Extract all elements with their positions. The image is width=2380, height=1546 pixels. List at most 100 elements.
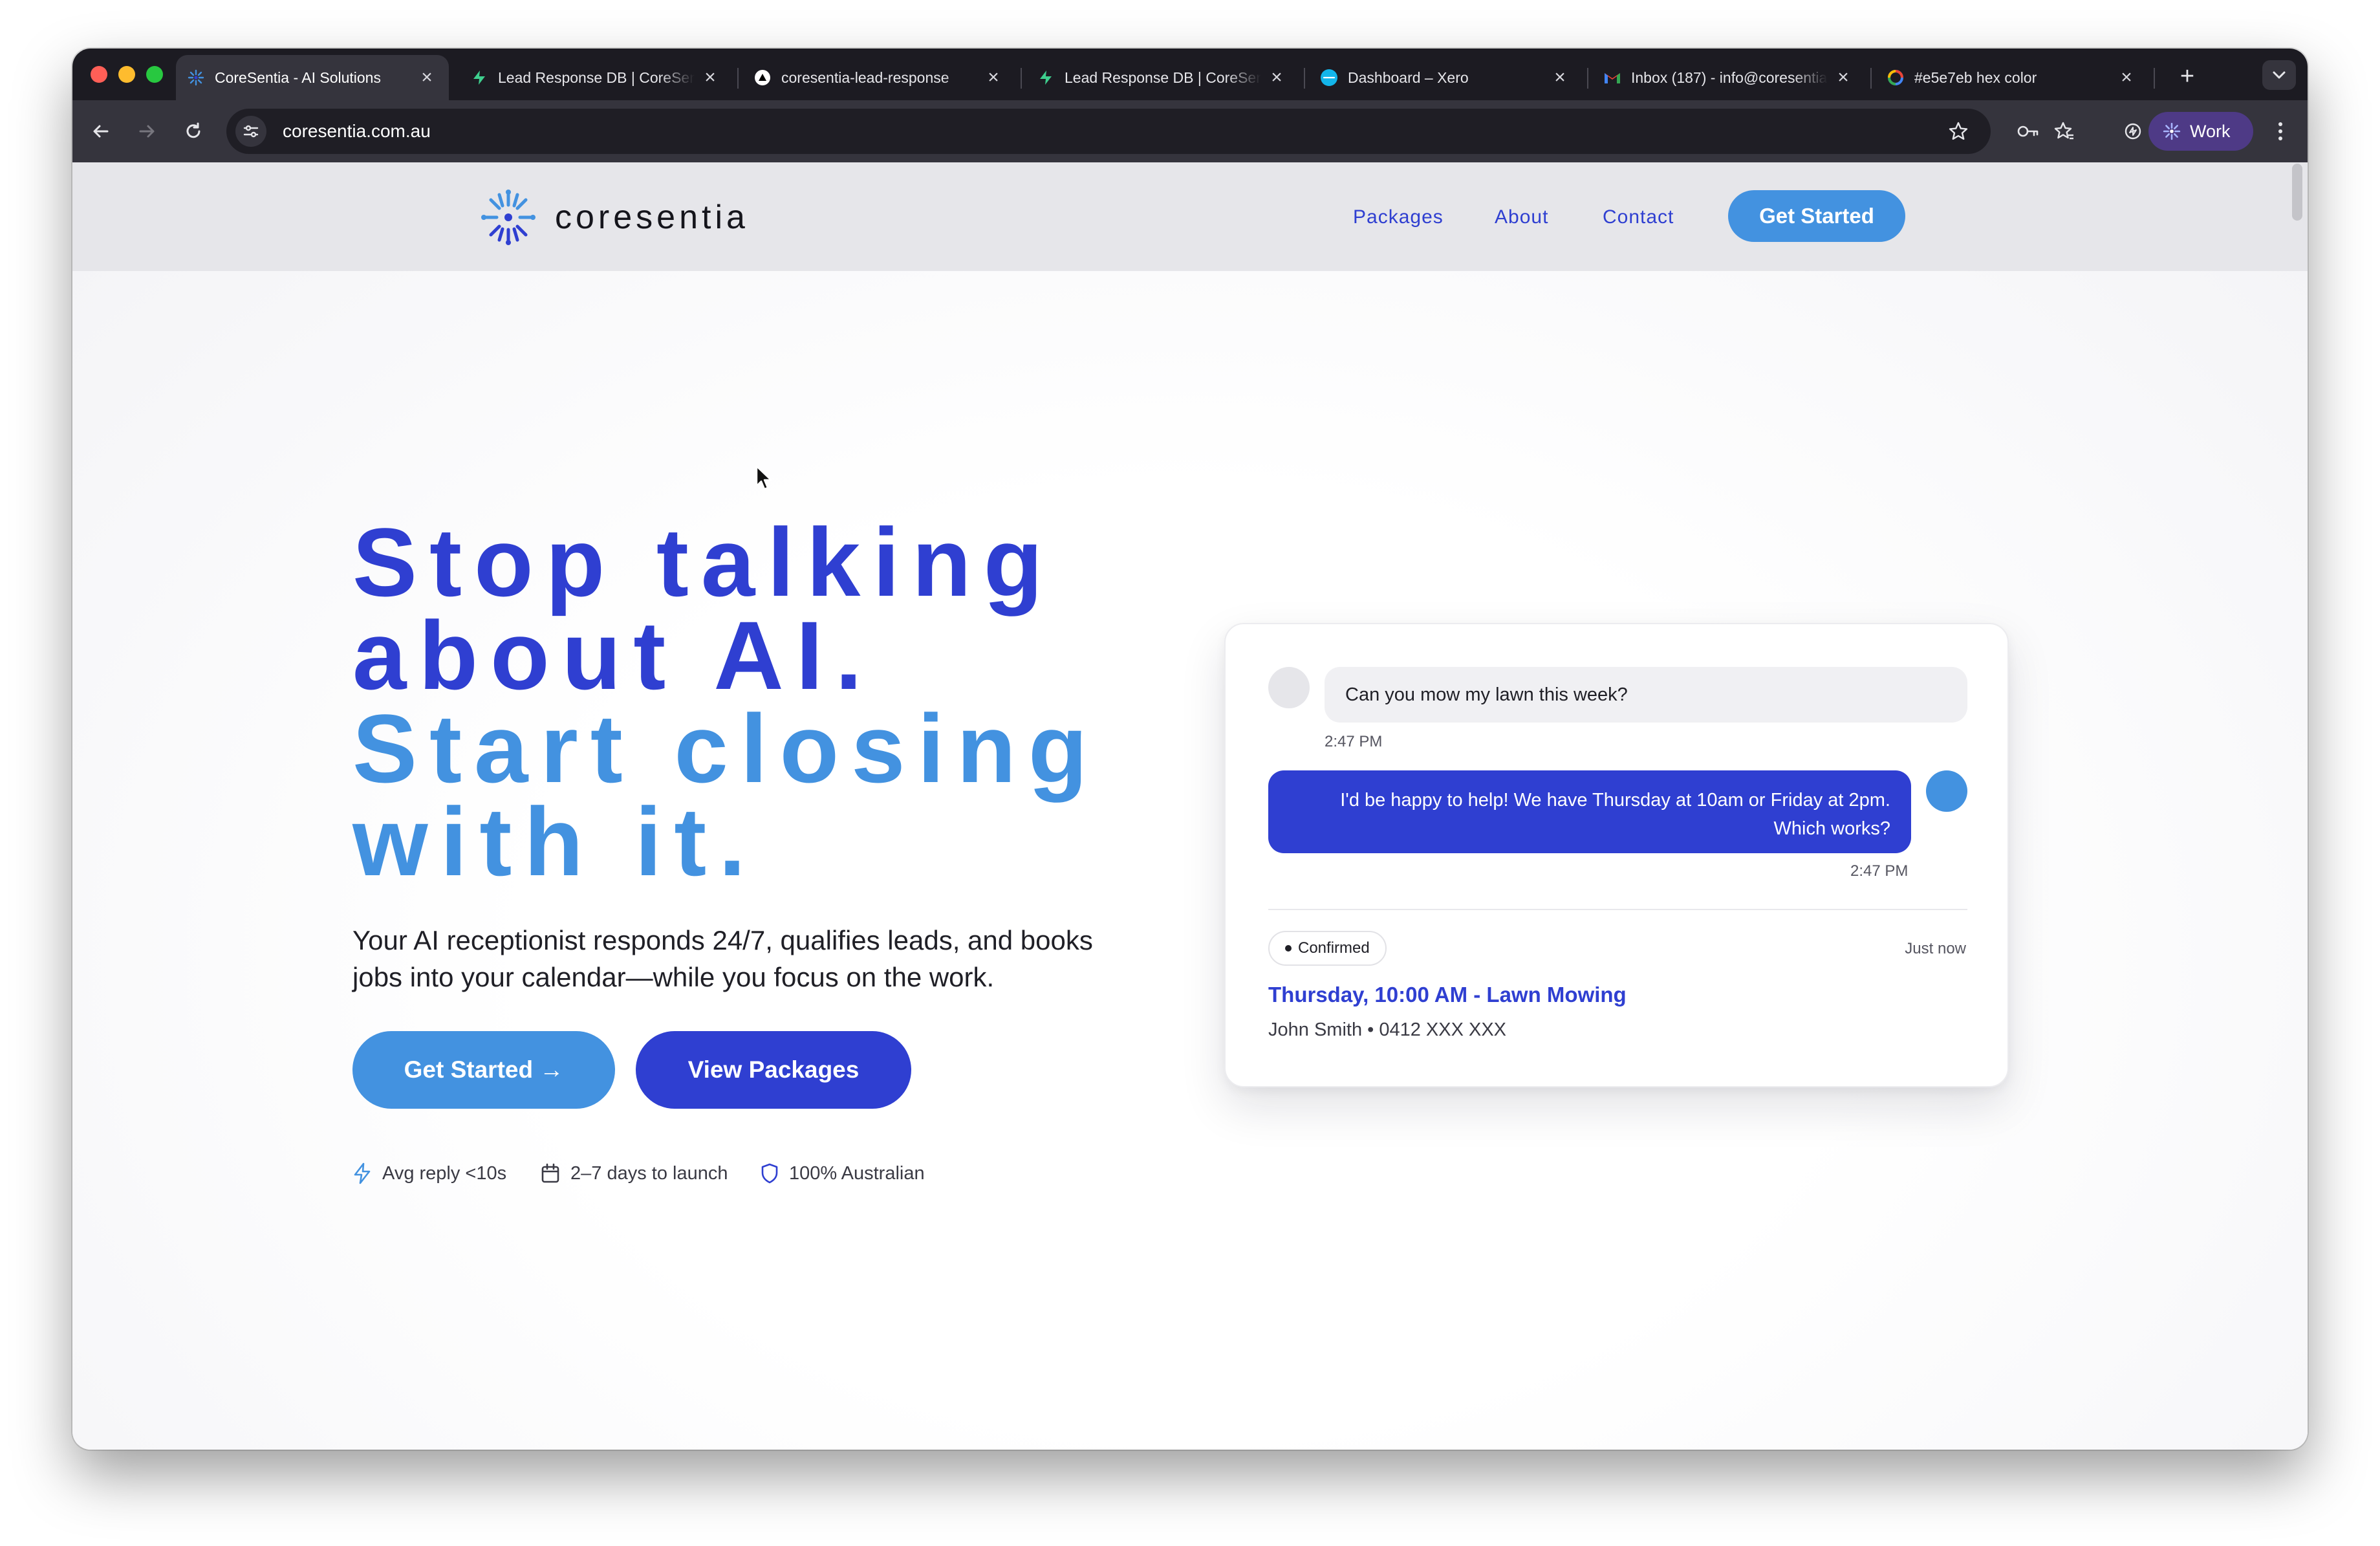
feature-label: 2–7 days to launch: [570, 1162, 728, 1184]
incoming-timestamp: 2:47 PM: [1325, 733, 1383, 750]
calendar-icon: [541, 1163, 560, 1184]
arrow-left-icon: [93, 125, 109, 138]
tab-close-icon[interactable]: ×: [419, 68, 435, 87]
reload-button[interactable]: [178, 116, 209, 147]
zoom-window-button[interactable]: [146, 66, 163, 83]
tune-icon: [243, 125, 259, 138]
browser-toolbar: coresentia.com.au Work: [72, 100, 2308, 162]
tab-close-icon[interactable]: ×: [1552, 68, 1568, 87]
coresentia-favicon-icon: [188, 69, 204, 86]
tab-strip: CoreSentia - AI Solutions × Lead Respons…: [72, 49, 2308, 100]
bookmarks-manager-button[interactable]: [2049, 116, 2080, 147]
url-text[interactable]: coresentia.com.au: [283, 109, 431, 154]
tab-title: Lead Response DB | CoreSentia: [498, 69, 695, 86]
tab-close-icon[interactable]: ×: [986, 68, 1001, 87]
tab-title: coresentia-lead-response: [781, 69, 949, 86]
tab-close-icon[interactable]: ×: [1835, 68, 1851, 87]
vercel-favicon-icon: [754, 69, 771, 86]
forward-button[interactable]: [131, 116, 162, 147]
site-logo[interactable]: coresentia: [481, 188, 749, 246]
minimize-window-button[interactable]: [118, 66, 135, 83]
headline-line-4: with it.: [352, 787, 758, 896]
password-manager-button[interactable]: [2013, 116, 2044, 147]
status-label: Confirmed: [1298, 939, 1370, 957]
tab-close-icon[interactable]: ×: [702, 68, 718, 87]
tab-close-icon[interactable]: ×: [1269, 68, 1284, 87]
google-favicon-icon: [1887, 69, 1904, 86]
nav-contact-link[interactable]: Contact: [1603, 206, 1674, 228]
tab-title: #e5e7eb hex color: [1914, 69, 2037, 86]
page-viewport: coresentia Packages About Contact Get St…: [72, 162, 2308, 1450]
site-header: coresentia Packages About Contact Get St…: [72, 162, 2308, 271]
profile-button[interactable]: Work: [2148, 112, 2253, 151]
feature-reply-time: Avg reply <10s: [352, 1160, 506, 1186]
chat-demo-card: Can you mow my lawn this week? 2:47 PM I…: [1224, 623, 2009, 1087]
tab-lead-response-db[interactable]: Lead Response DB | CoreSentia ×: [459, 55, 732, 100]
header-get-started-button[interactable]: Get Started: [1728, 190, 1905, 242]
ai-avatar: [1926, 770, 1967, 812]
tab-vercel-project[interactable]: coresentia-lead-response ×: [742, 55, 1015, 100]
tab-xero-dashboard[interactable]: Dashboard – Xero ×: [1309, 55, 1582, 100]
tab-lead-response-db-2[interactable]: Lead Response DB | CoreSentia ×: [1026, 55, 1299, 100]
lightning-icon: [352, 1162, 372, 1184]
reload-icon: [186, 122, 200, 138]
booking-detail: John Smith • 0412 XXX XXX: [1268, 1019, 1507, 1040]
key-icon: [2017, 125, 2039, 137]
coresentia-logo-icon: [481, 190, 536, 245]
kebab-menu-icon: [2278, 122, 2282, 140]
headline-line-2: about AI.: [352, 601, 875, 710]
tab-search-button[interactable]: [2262, 60, 2296, 90]
status-time: Just now: [1905, 940, 1966, 957]
close-window-button[interactable]: [91, 66, 107, 83]
shield-icon: [761, 1163, 779, 1184]
extensions-button[interactable]: [2117, 116, 2148, 147]
booking-title: Thursday, 10:00 AM - Lawn Mowing: [1268, 983, 1627, 1007]
tab-close-icon[interactable]: ×: [2119, 68, 2134, 87]
incoming-message: Can you mow my lawn this week?: [1325, 667, 1967, 723]
new-tab-button[interactable]: +: [2171, 60, 2203, 93]
address-bar[interactable]: coresentia.com.au: [226, 109, 1991, 154]
hero-subtitle: Your AI receptionist responds 24/7, qual…: [352, 925, 1093, 992]
feature-australian: 100% Australian: [761, 1160, 925, 1186]
hero-headline: Stop talking about AI. Start closing wit…: [352, 514, 1100, 896]
star-icon: [1949, 122, 1968, 140]
sync-icon: [2125, 123, 2141, 140]
bookmark-button[interactable]: [1944, 117, 1973, 146]
status-badge: Confirmed: [1268, 931, 1387, 966]
browser-menu-button[interactable]: [2265, 116, 2296, 147]
nav-about-link[interactable]: About: [1495, 206, 1548, 228]
tab-title: CoreSentia - AI Solutions: [215, 69, 381, 86]
mouse-pointer-icon: [755, 465, 773, 494]
star-list-icon: [2054, 122, 2073, 140]
supabase-favicon-icon: [471, 69, 488, 86]
chevron-down-icon: [2273, 71, 2286, 79]
reply-timestamp: 2:47 PM: [1850, 862, 1909, 880]
tab-coresentia[interactable]: CoreSentia - AI Solutions ×: [176, 55, 449, 100]
headline-line-3: Start closing: [352, 694, 1100, 803]
hero-get-started-button[interactable]: Get Started →: [352, 1031, 615, 1109]
feature-label: 100% Australian: [789, 1162, 925, 1184]
tab-hex-color[interactable]: #e5e7eb hex color ×: [1876, 55, 2148, 100]
status-dot-icon: [1285, 945, 1292, 952]
back-button[interactable]: [85, 116, 116, 147]
brand-name: coresentia: [555, 199, 749, 236]
feature-launch-time: 2–7 days to launch: [541, 1160, 728, 1186]
card-divider: [1268, 909, 1967, 910]
view-packages-button[interactable]: View Packages: [636, 1031, 911, 1109]
tab-title: Inbox (187) - info@coresentia: [1631, 69, 1828, 86]
nav-packages-link[interactable]: Packages: [1353, 206, 1444, 228]
coresentia-logo-icon: [2163, 122, 2181, 140]
page-scrollbar[interactable]: [2292, 164, 2302, 221]
xero-favicon-icon: [1321, 69, 1337, 86]
ai-reply-message: I'd be happy to help! We have Thursday a…: [1268, 770, 1911, 853]
feature-label: Avg reply <10s: [382, 1162, 507, 1184]
profile-label: Work: [2190, 121, 2231, 141]
site-info-button[interactable]: [235, 116, 266, 147]
arrow-right-icon: [139, 125, 155, 138]
gmail-favicon-icon: [1604, 69, 1621, 86]
supabase-favicon-icon: [1037, 69, 1054, 86]
tab-gmail-inbox[interactable]: Inbox (187) - info@coresentia ×: [1592, 55, 1865, 100]
tab-title: Lead Response DB | CoreSentia: [1065, 69, 1261, 86]
tab-title: Dashboard – Xero: [1348, 69, 1469, 86]
customer-avatar: [1268, 667, 1310, 708]
